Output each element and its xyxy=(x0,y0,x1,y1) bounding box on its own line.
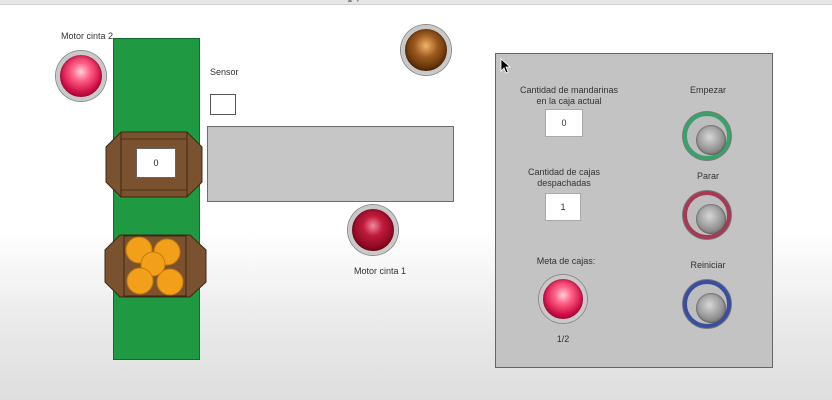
cajas-label: Cantidad de cajas despachadas xyxy=(514,167,614,189)
mandarinas-label-line1: Cantidad de mandarinas xyxy=(519,85,619,95)
cajas-count-field: 1 xyxy=(545,193,581,221)
mandarinas-label: Cantidad de mandarinas en la caja actual xyxy=(514,85,624,107)
mandarinas-label-line2: en la caja actual xyxy=(536,96,602,106)
sensor-indicator xyxy=(210,94,236,115)
brown-indicator-lamp xyxy=(401,25,451,75)
sensor-label: Sensor xyxy=(210,67,239,77)
cajas-label-line1: Cantidad de cajas xyxy=(527,167,601,177)
orange-4 xyxy=(126,267,154,295)
conveyor-2-block xyxy=(207,126,454,202)
motor-cinta-2-label: Motor cinta 2 xyxy=(61,31,114,41)
empezar-label: Empezar xyxy=(689,85,726,95)
mandarinas-count-field: 0 xyxy=(545,109,583,137)
cajas-label-line2: despachadas xyxy=(537,178,591,188)
meta-lamp xyxy=(539,275,587,323)
parar-button[interactable] xyxy=(683,191,731,239)
meta-value: 1/2 xyxy=(556,334,570,344)
reiniciar-label: Reiniciar xyxy=(690,260,726,270)
motor-cinta-1-label: Motor cinta 1 xyxy=(354,266,407,276)
reiniciar-button-cap xyxy=(696,293,726,323)
box-count-field: 0 xyxy=(136,148,176,178)
orange-5 xyxy=(156,268,184,296)
motor-cinta-1-lamp xyxy=(348,205,398,255)
reiniciar-button[interactable] xyxy=(683,280,731,328)
empezar-button[interactable] xyxy=(683,112,731,160)
box-oranges-shape xyxy=(104,234,207,298)
empty-box: 0 xyxy=(105,131,203,198)
motor-cinta-2-lamp xyxy=(56,51,106,101)
empezar-button-cap xyxy=(696,125,726,155)
control-panel: Cantidad de mandarinas en la caja actual… xyxy=(495,53,773,368)
meta-label: Meta de cajas: xyxy=(536,256,596,266)
box-with-oranges xyxy=(104,234,207,298)
parar-button-cap xyxy=(696,204,726,234)
collapse-arrows-icon[interactable]: ▲▼ xyxy=(346,0,362,4)
window-top-edge xyxy=(0,0,832,5)
parar-label: Parar xyxy=(696,171,719,181)
conveyor-belt xyxy=(113,38,200,360)
